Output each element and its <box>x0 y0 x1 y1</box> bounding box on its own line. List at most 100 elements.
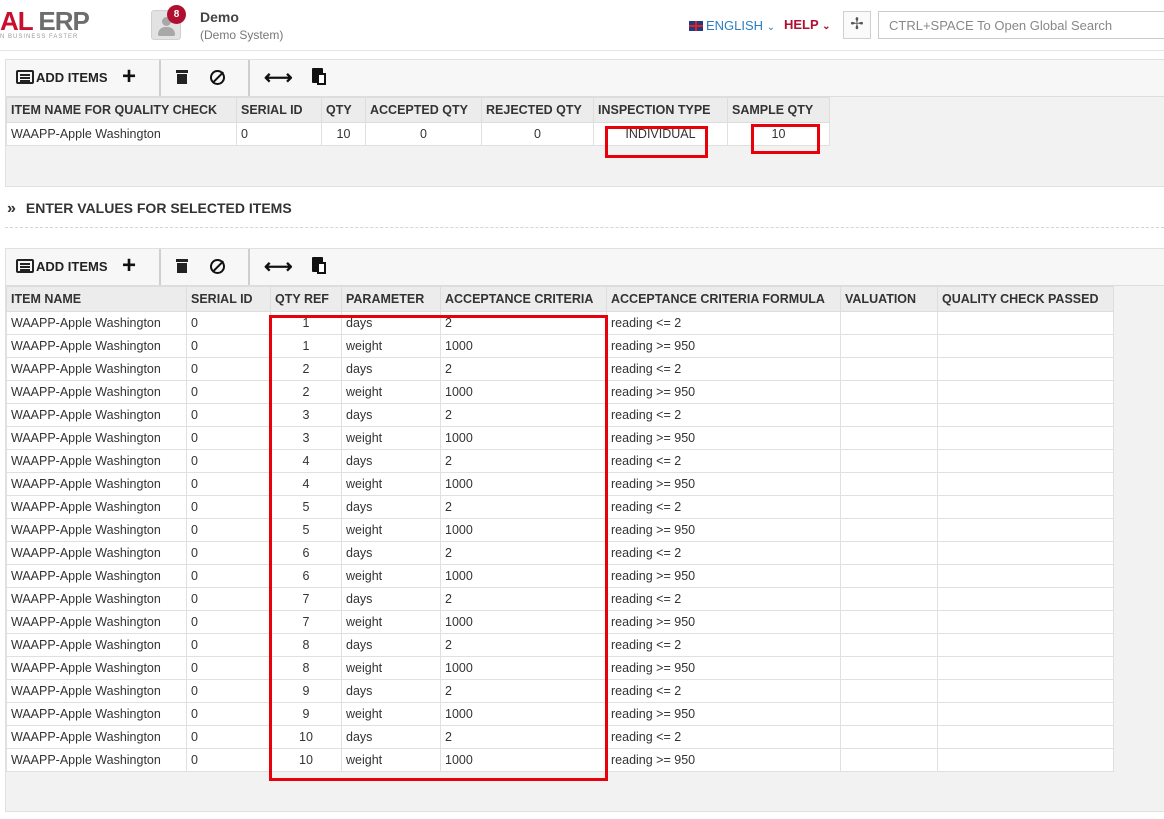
acceptance-criteria-cell[interactable]: 2 <box>440 449 607 473</box>
item-name-cell[interactable]: WAAPP-Apple Washington <box>6 587 187 611</box>
serial-id-cell[interactable]: 0 <box>186 426 271 450</box>
valuation-cell[interactable] <box>840 518 938 542</box>
table-row[interactable]: WAAPP-Apple Washington 0 3 days 2 reading <= … <box>6 403 1114 427</box>
acceptance-criteria-cell[interactable]: 2 <box>440 541 607 565</box>
qty-ref-cell[interactable]: 5 <box>270 495 342 519</box>
column-header[interactable]: ACCEPTANCE CRITERIA FORMULA <box>606 286 841 312</box>
qty-ref-cell[interactable]: 10 <box>270 725 342 749</box>
qty-ref-cell[interactable]: 1 <box>270 334 342 358</box>
accepted-qty-cell[interactable]: 0 <box>365 122 482 146</box>
item-name-cell[interactable]: WAAPP-Apple Washington <box>6 541 187 565</box>
qty-ref-cell[interactable]: 2 <box>270 357 342 381</box>
table-row[interactable]: WAAPP-Apple Washington 0 2 days 2 reading <= … <box>6 357 1114 381</box>
parameter-cell[interactable]: weight <box>341 656 441 680</box>
qty-ref-cell[interactable]: 3 <box>270 403 342 427</box>
quality-check-passed-cell[interactable] <box>937 564 1114 588</box>
qty-ref-cell[interactable]: 5 <box>270 518 342 542</box>
table-row[interactable]: WAAPP-Apple Washington 0 2 weight 1000 readin… <box>6 380 1114 404</box>
parameter-cell[interactable]: days <box>341 587 441 611</box>
acceptance-formula-cell[interactable]: reading <= 2 <box>606 541 841 565</box>
acceptance-criteria-cell[interactable]: 2 <box>440 725 607 749</box>
item-name-cell[interactable]: WAAPP-Apple Washington <box>6 449 187 473</box>
qty-ref-cell[interactable]: 6 <box>270 541 342 565</box>
acceptance-criteria-cell[interactable]: 2 <box>440 633 607 657</box>
column-header[interactable]: ACCEPTANCE CRITERIA <box>440 286 607 312</box>
table-row[interactable]: WAAPP-Apple Washington 0 7 weight 1000 readin… <box>6 610 1114 634</box>
trash-icon[interactable] <box>176 70 188 84</box>
acceptance-formula-cell[interactable]: reading <= 2 <box>606 725 841 749</box>
parameter-cell[interactable]: days <box>341 311 441 335</box>
parameter-cell[interactable]: weight <box>341 518 441 542</box>
qty-ref-cell[interactable]: 3 <box>270 426 342 450</box>
quality-check-passed-cell[interactable] <box>937 679 1114 703</box>
column-header[interactable]: ACCEPTED QTY <box>365 97 482 123</box>
notification-badge[interactable]: 8 <box>167 5 186 24</box>
item-name-cell[interactable]: WAAPP-Apple Washington <box>6 518 187 542</box>
item-name-cell[interactable]: WAAPP-Apple Washington <box>6 748 187 772</box>
table-row[interactable]: WAAPP-Apple Washington 0 1 weight 1000 readin… <box>6 334 1114 358</box>
serial-id-cell[interactable]: 0 <box>186 679 271 703</box>
serial-id-cell[interactable]: 0 <box>186 587 271 611</box>
item-name-cell[interactable]: WAAPP-Apple Washington <box>6 610 187 634</box>
table-row[interactable]: WAAPP-Apple Washington 0 5 weight 1000 readin… <box>6 518 1114 542</box>
paste-icon[interactable] <box>312 257 326 275</box>
valuation-cell[interactable] <box>840 472 938 496</box>
item-name-cell[interactable]: WAAPP-Apple Washington <box>6 122 237 146</box>
parameter-cell[interactable]: weight <box>341 472 441 496</box>
parameter-cell[interactable]: weight <box>341 334 441 358</box>
parameter-cell[interactable]: weight <box>341 380 441 404</box>
help-menu[interactable]: HELP ⌄ <box>784 17 830 32</box>
resize-columns-icon[interactable]: ⟷ <box>264 67 293 89</box>
acceptance-formula-cell[interactable]: reading >= 950 <box>606 564 841 588</box>
acceptance-criteria-cell[interactable]: 1000 <box>440 380 607 404</box>
add-items-button[interactable]: ADD ITEMS <box>16 257 108 277</box>
item-name-cell[interactable]: WAAPP-Apple Washington <box>6 357 187 381</box>
serial-id-cell[interactable]: 0 <box>186 472 271 496</box>
serial-id-cell[interactable]: 0 <box>186 495 271 519</box>
table-row[interactable]: WAAPP-Apple Washington 0 10 0 0 INDIVIDU… <box>6 122 830 146</box>
quality-check-passed-cell[interactable] <box>937 311 1114 335</box>
qty-ref-cell[interactable]: 10 <box>270 748 342 772</box>
valuation-cell[interactable] <box>840 702 938 726</box>
column-header[interactable]: REJECTED QTY <box>481 97 594 123</box>
acceptance-criteria-cell[interactable]: 1000 <box>440 334 607 358</box>
quality-check-passed-cell[interactable] <box>937 748 1114 772</box>
item-name-cell[interactable]: WAAPP-Apple Washington <box>6 633 187 657</box>
item-name-cell[interactable]: WAAPP-Apple Washington <box>6 472 187 496</box>
item-name-cell[interactable]: WAAPP-Apple Washington <box>6 495 187 519</box>
qty-ref-cell[interactable]: 7 <box>270 587 342 611</box>
acceptance-formula-cell[interactable]: reading >= 950 <box>606 334 841 358</box>
item-name-cell[interactable]: WAAPP-Apple Washington <box>6 311 187 335</box>
qty-ref-cell[interactable]: 8 <box>270 633 342 657</box>
serial-id-cell[interactable]: 0 <box>186 403 271 427</box>
plus-icon[interactable]: + <box>122 65 136 89</box>
acceptance-formula-cell[interactable]: reading >= 950 <box>606 472 841 496</box>
app-logo[interactable]: AL ERP N BUSINESS FASTER <box>0 8 90 40</box>
quality-check-passed-cell[interactable] <box>937 426 1114 450</box>
serial-id-cell[interactable]: 0 <box>186 541 271 565</box>
serial-id-cell[interactable]: 0 <box>186 702 271 726</box>
acceptance-formula-cell[interactable]: reading <= 2 <box>606 679 841 703</box>
valuation-cell[interactable] <box>840 748 938 772</box>
quality-check-passed-cell[interactable] <box>937 541 1114 565</box>
valuation-cell[interactable] <box>840 656 938 680</box>
serial-id-cell[interactable]: 0 <box>186 748 271 772</box>
valuation-cell[interactable] <box>840 357 938 381</box>
acceptance-formula-cell[interactable]: reading >= 950 <box>606 610 841 634</box>
add-items-button[interactable]: ADD ITEMS <box>16 68 108 88</box>
parameter-cell[interactable]: days <box>341 679 441 703</box>
column-header[interactable]: QUALITY CHECK PASSED <box>937 286 1114 312</box>
column-header[interactable]: QTY <box>321 97 366 123</box>
table-row[interactable]: WAAPP-Apple Washington 0 9 weight 1000 readin… <box>6 702 1114 726</box>
valuation-cell[interactable] <box>840 610 938 634</box>
parameter-cell[interactable]: days <box>341 449 441 473</box>
acceptance-criteria-cell[interactable]: 2 <box>440 587 607 611</box>
parameter-cell[interactable]: weight <box>341 564 441 588</box>
acceptance-formula-cell[interactable]: reading <= 2 <box>606 403 841 427</box>
qty-ref-cell[interactable]: 6 <box>270 564 342 588</box>
parameter-cell[interactable]: days <box>341 495 441 519</box>
sample-qty-cell[interactable]: 10 <box>727 122 830 146</box>
column-header[interactable]: SERIAL ID <box>186 286 271 312</box>
column-header[interactable]: VALUATION <box>840 286 938 312</box>
cancel-icon[interactable] <box>210 259 225 274</box>
